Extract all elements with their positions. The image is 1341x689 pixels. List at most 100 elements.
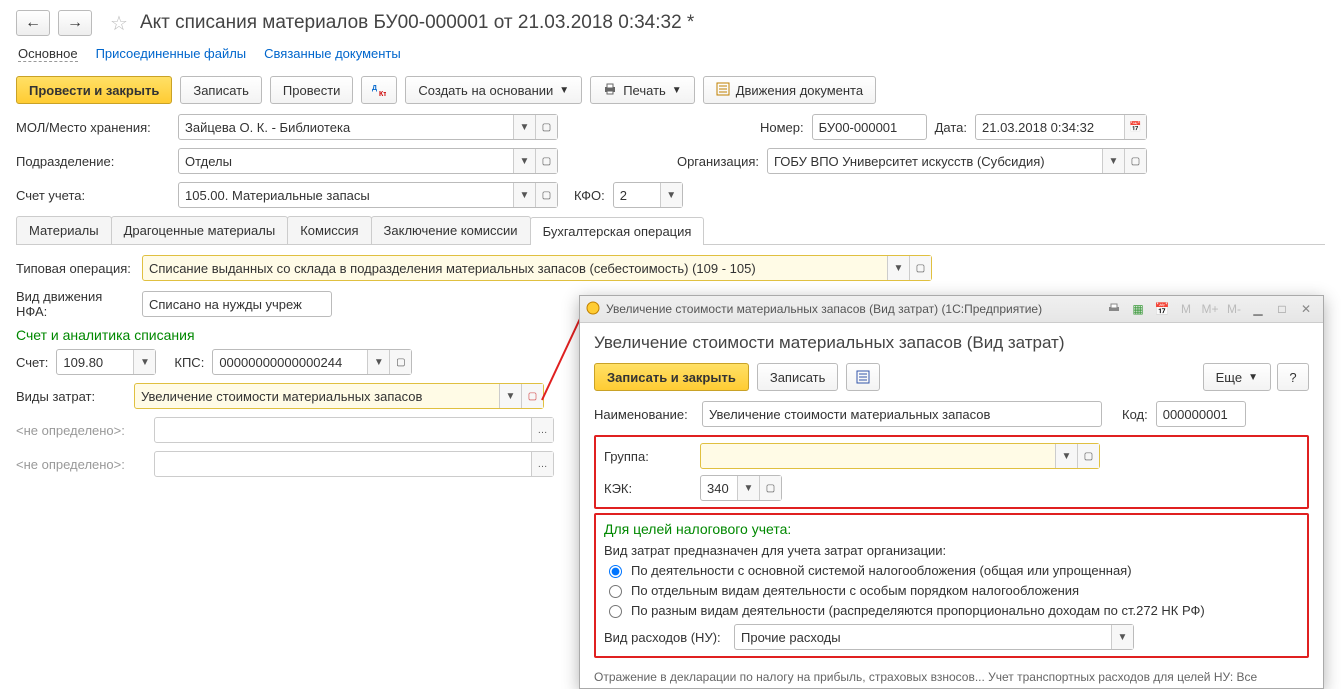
open-icon[interactable]: ▢ [521,384,543,408]
number-input[interactable]: БУ00-000001 [812,114,927,140]
dropdown-icon[interactable]: ▼ [513,115,535,139]
date-input[interactable]: 21.03.2018 0:34:32 📅 [975,114,1147,140]
kek-input[interactable]: 340 ▼ ▢ [700,475,782,501]
mol-input[interactable]: Зайцева О. К. - Библиотека ▼ ▢ [178,114,558,140]
kfo-input[interactable]: 2 ▼ [613,182,683,208]
link-related[interactable]: Связанные документы [264,46,401,62]
create-based-button[interactable]: Создать на основании ▼ [405,76,582,104]
print-icon[interactable] [1103,299,1125,319]
dialog-heading: Увеличение стоимости материальных запасо… [594,333,1309,353]
undef2-label: <не определено>: [16,457,146,472]
schet-input[interactable]: 109.80 ▼ [56,349,156,375]
tab-materials[interactable]: Материалы [16,216,112,244]
code-input[interactable]: 000000001 [1156,401,1246,427]
post-button[interactable]: Провести [270,76,354,104]
open-icon[interactable]: ▢ [535,115,557,139]
open-icon[interactable]: ▢ [389,350,411,374]
dropdown-icon[interactable]: ▼ [660,183,682,207]
more-button[interactable]: Еще ▼ [1203,363,1271,391]
undef2-input[interactable]: … [154,451,554,477]
calendar-icon[interactable]: 📅 [1124,115,1146,139]
more-icon[interactable]: … [531,418,553,442]
radio-activity-various[interactable]: По разным видам деятельности (распределя… [604,602,1299,618]
acct-input[interactable]: 105.00. Материальные запасы ▼ ▢ [178,182,558,208]
svg-text:Д: Д [372,85,377,92]
help-button[interactable]: ? [1277,363,1309,391]
tax-desc: Вид затрат предназначен для учета затрат… [604,543,1299,558]
dropdown-icon[interactable]: ▼ [499,384,521,408]
tab-bar: Материалы Драгоценные материалы Комиссия… [16,216,1325,245]
record-button-dlg[interactable]: Записать [757,363,839,391]
typop-input[interactable]: Списание выданных со склада в подразделе… [142,255,932,281]
radio-activity-special[interactable]: По отдельным видам деятельности с особым… [604,582,1299,598]
printer-icon [603,82,617,99]
vidz-input[interactable]: Увеличение стоимости материальных запасо… [134,383,544,409]
open-icon[interactable]: ▢ [1124,149,1146,173]
dtkt-icon[interactable]: ДКт [361,76,397,104]
grid-icon[interactable]: ▦ [1127,299,1149,319]
undef1-input[interactable]: … [154,417,554,443]
open-icon[interactable]: ▢ [535,183,557,207]
typop-label: Типовая операция: [16,261,134,276]
minimize-icon[interactable]: ▁ [1247,299,1269,319]
nfa-input[interactable]: Списано на нужды учреж [142,291,332,317]
vidz-label: Виды затрат: [16,389,126,404]
chevron-down-icon: ▼ [672,85,682,96]
star-icon[interactable]: ☆ [110,11,128,36]
name-input[interactable]: Увеличение стоимости материальных запасо… [702,401,1102,427]
dropdown-icon[interactable]: ▼ [133,350,155,374]
forward-button[interactable]: → [58,10,92,36]
save-close-button[interactable]: Записать и закрыть [594,363,749,391]
dropdown-icon[interactable]: ▼ [737,476,759,500]
tab-conclusion[interactable]: Заключение комиссии [371,216,531,244]
dropdown-icon[interactable]: ▼ [1055,444,1077,468]
radio-input[interactable] [609,585,622,598]
open-icon[interactable]: ▢ [535,149,557,173]
vidrash-input[interactable]: Прочие расходы ▼ [734,624,1134,650]
tab-precious[interactable]: Драгоценные материалы [111,216,289,244]
dropdown-icon[interactable]: ▼ [513,183,535,207]
link-main[interactable]: Основное [18,46,78,62]
radio-input[interactable] [609,605,622,618]
calendar-icon[interactable]: 📅 [1151,299,1173,319]
tab-accounting[interactable]: Бухгалтерская операция [530,217,705,245]
dialog-titlebar: Увеличение стоимости материальных запасо… [580,296,1323,323]
name-label: Наименование: [594,407,694,422]
maximize-icon[interactable]: □ [1271,299,1293,319]
dropdown-icon[interactable]: ▼ [513,149,535,173]
close-icon[interactable]: ✕ [1295,299,1317,319]
svg-text:Кт: Кт [379,91,386,97]
dialog-cost-type: Увеличение стоимости материальных запасо… [579,295,1324,689]
memory-mminus[interactable]: М- [1223,299,1245,319]
radio-input[interactable] [609,565,622,578]
dropdown-icon[interactable]: ▼ [887,256,909,280]
list-icon [716,82,730,99]
post-close-button[interactable]: Провести и закрыть [16,76,172,104]
memory-mplus[interactable]: М+ [1199,299,1221,319]
dropdown-icon[interactable]: ▼ [367,350,389,374]
list-icon-button[interactable] [846,363,880,391]
print-button[interactable]: Печать ▼ [590,76,695,104]
org-input[interactable]: ГОБУ ВПО Университет искусств (Субсидия)… [767,148,1147,174]
unit-label: Подразделение: [16,154,170,169]
unit-input[interactable]: Отделы ▼ ▢ [178,148,558,174]
back-button[interactable]: ← [16,10,50,36]
open-icon[interactable]: ▢ [1077,444,1099,468]
tab-commission[interactable]: Комиссия [287,216,371,244]
radio-activity-main[interactable]: По деятельности с основной системой нало… [604,562,1299,578]
record-button[interactable]: Записать [180,76,262,104]
dropdown-icon[interactable]: ▼ [1111,625,1133,649]
movements-button[interactable]: Движения документа [703,76,876,104]
open-icon[interactable]: ▢ [909,256,931,280]
memory-m[interactable]: М [1175,299,1197,319]
group-input[interactable]: ▼ ▢ [700,443,1100,469]
dropdown-icon[interactable]: ▼ [1102,149,1124,173]
open-icon[interactable]: ▢ [759,476,781,500]
more-icon[interactable]: … [531,452,553,476]
link-attached[interactable]: Присоединенные файлы [96,46,247,62]
mol-label: МОЛ/Место хранения: [16,120,170,135]
kps-input[interactable]: 00000000000000244 ▼ ▢ [212,349,412,375]
chevron-down-icon: ▼ [559,85,569,96]
kek-label: КЭК: [604,481,692,496]
tax-section-title: Для целей налогового учета: [604,521,1299,537]
